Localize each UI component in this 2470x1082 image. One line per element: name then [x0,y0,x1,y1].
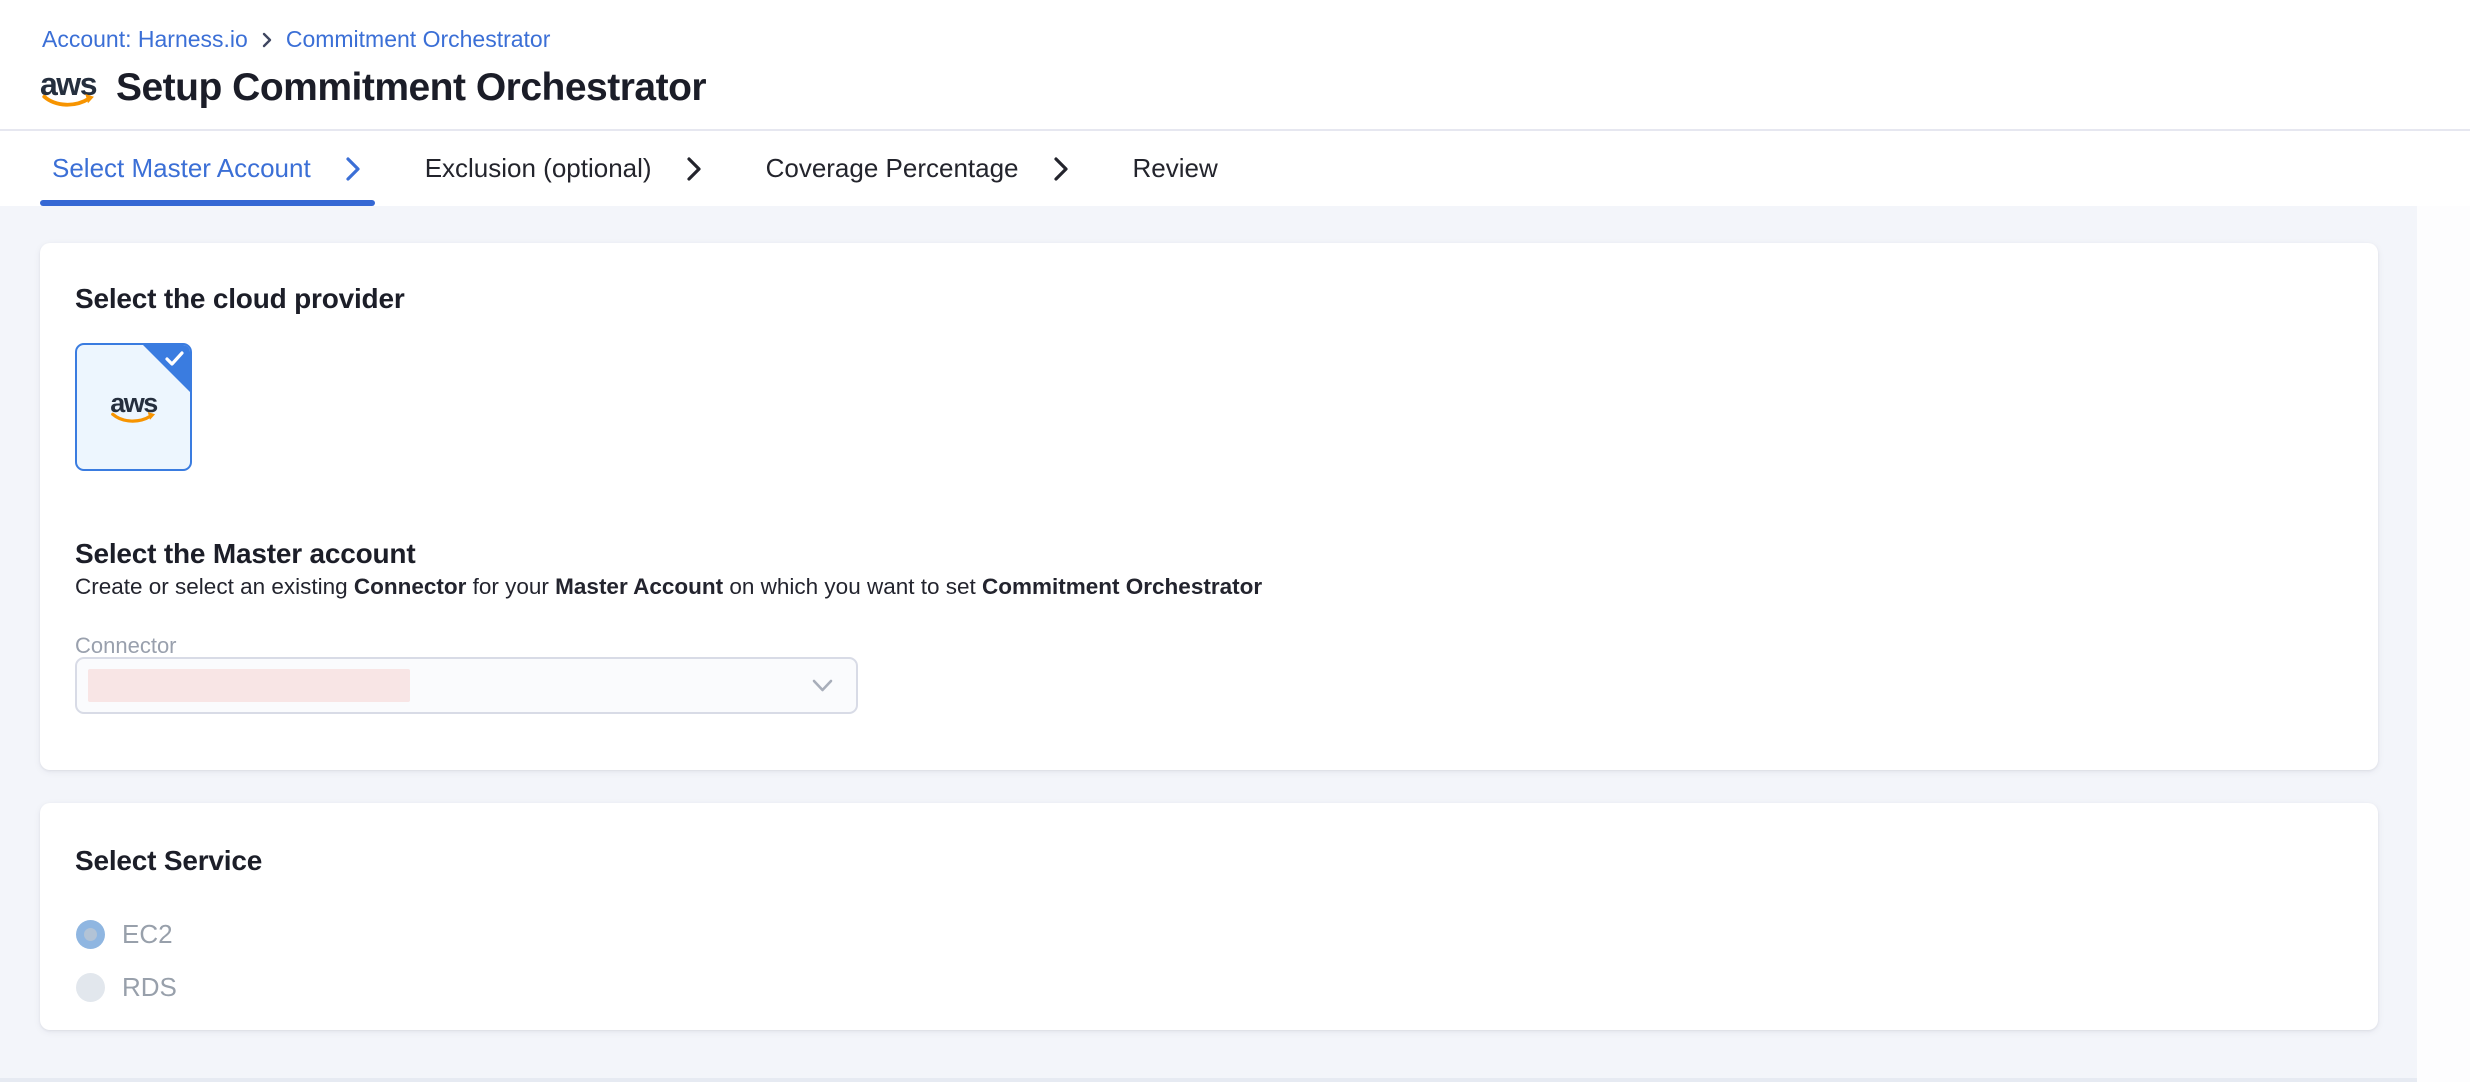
chevron-right-icon [1053,155,1069,183]
radio-unselected-icon [76,973,105,1002]
setup-commitment-orchestrator-page: Account: Harness.io Commitment Orchestra… [0,0,2470,1082]
radio-label: EC2 [122,919,173,950]
chevron-right-icon [686,155,702,183]
provider-card-aws[interactable]: aws [75,343,192,471]
radio-selected-icon [76,920,105,949]
description-bold: Commitment Orchestrator [982,574,1262,599]
description-bold: Connector [354,574,467,599]
master-account-heading: Select the Master account [75,538,415,570]
select-service-heading: Select Service [75,845,262,877]
tab-review[interactable]: Review [1117,131,1238,206]
tab-label: Exclusion (optional) [425,153,652,184]
aws-smile-icon [110,411,156,424]
aws-logo: aws [110,390,157,424]
chevron-right-icon [262,32,272,48]
aws-logo: aws [40,68,96,108]
tab-label: Review [1133,153,1218,184]
tab-label: Coverage Percentage [766,153,1019,184]
tab-exclusion-optional[interactable]: Exclusion (optional) [409,131,722,206]
master-account-description: Create or select an existing Connector f… [75,574,1262,600]
chevron-right-icon [345,155,361,183]
description-bold: Master Account [555,574,723,599]
connector-select[interactable] [75,657,858,714]
breadcrumb-page-link[interactable]: Commitment Orchestrator [286,26,551,53]
right-gutter [2417,206,2470,1082]
service-radio-ec2[interactable]: EC2 [76,919,173,950]
description-text: for your [466,574,555,599]
chevron-down-icon [811,678,834,693]
description-text: on which you want to set [723,574,982,599]
description-text: Create or select an existing [75,574,354,599]
page-title: Setup Commitment Orchestrator [116,66,706,110]
check-icon [165,351,184,366]
service-radio-rds[interactable]: RDS [76,972,177,1003]
page-header: aws Setup Commitment Orchestrator [40,66,706,110]
tab-label: Select Master Account [52,153,311,184]
wizard-step-tabs: Select Master Account Exclusion (optiona… [0,131,2470,206]
connector-field-label: Connector [75,633,177,659]
bottom-edge [0,1078,2417,1082]
select-service-card: Select Service EC2 RDS [40,803,2378,1030]
tab-select-master-account[interactable]: Select Master Account [40,131,381,206]
connector-selected-value-redacted [88,669,410,702]
aws-smile-icon [41,93,95,108]
radio-label: RDS [122,972,177,1003]
breadcrumb: Account: Harness.io Commitment Orchestra… [42,26,550,53]
breadcrumb-account-link[interactable]: Account: Harness.io [42,26,248,53]
master-account-card: Select the cloud provider aws Select the… [40,243,2378,770]
cloud-provider-heading: Select the cloud provider [75,283,405,315]
tab-coverage-percentage[interactable]: Coverage Percentage [750,131,1089,206]
